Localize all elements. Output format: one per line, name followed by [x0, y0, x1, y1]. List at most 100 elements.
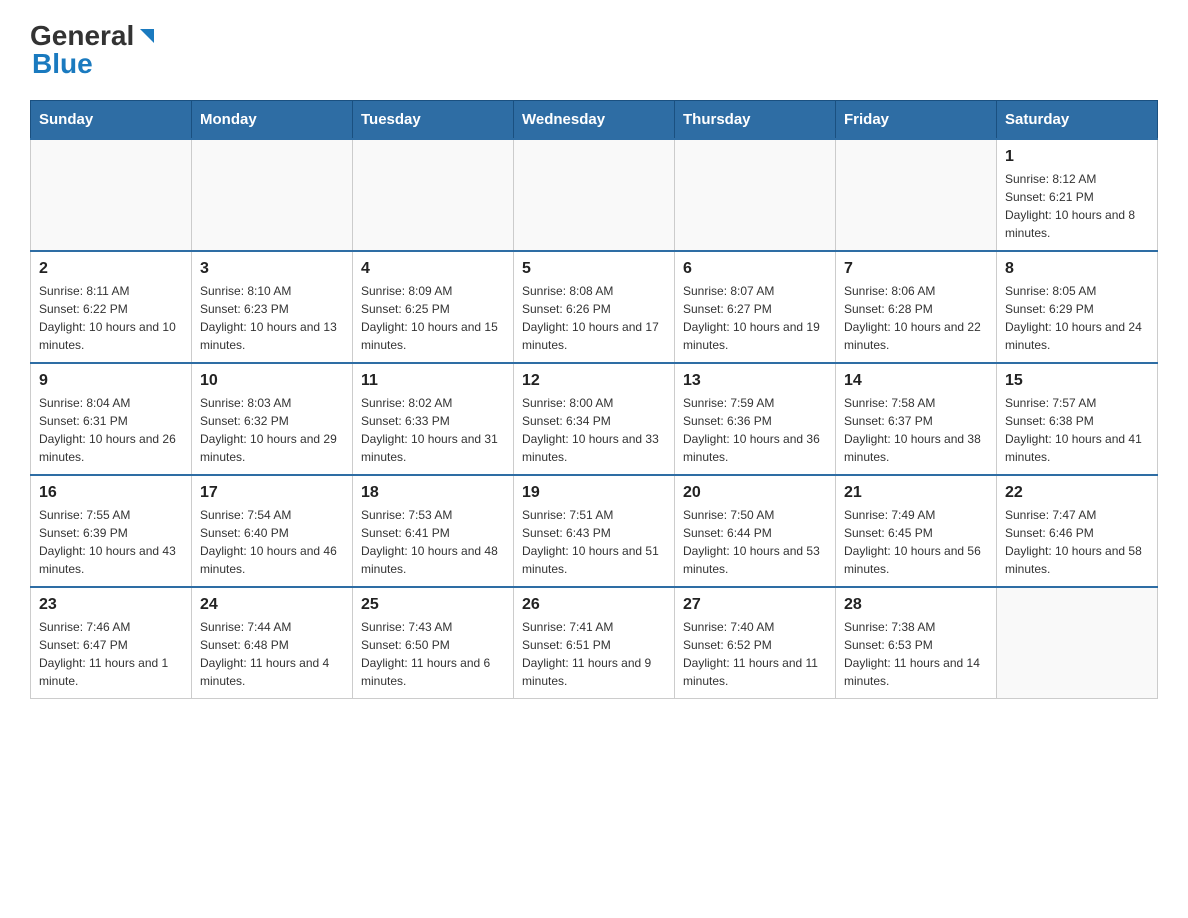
calendar-cell: [675, 139, 836, 251]
day-number: 4: [361, 260, 505, 278]
day-info: Sunrise: 7:46 AMSunset: 6:47 PMDaylight:…: [39, 618, 183, 690]
day-info: Sunrise: 7:50 AMSunset: 6:44 PMDaylight:…: [683, 506, 827, 578]
calendar-cell: 19Sunrise: 7:51 AMSunset: 6:43 PMDayligh…: [514, 475, 675, 587]
day-number: 2: [39, 260, 183, 278]
day-info: Sunrise: 7:43 AMSunset: 6:50 PMDaylight:…: [361, 618, 505, 690]
calendar-cell: 14 Sunrise: 7:58 AMSunset: 6:37 PMDayligh…: [836, 363, 997, 475]
calendar-cell: 26 Sunrise: 7:41 AMSunset: 6:51 PMDayligh…: [514, 587, 675, 699]
day-number: 23: [39, 596, 183, 614]
day-info: Sunrise: 8:04 AMSunset: 6:31 PMDaylight:…: [39, 394, 183, 466]
day-info: Sunrise: 7:57 AMSunset: 6:38 PMDaylight:…: [1005, 394, 1149, 466]
day-info: Sunrise: 8:09 AMSunset: 6:25 PMDaylight:…: [361, 282, 505, 354]
weekday-header-saturday: Saturday: [997, 101, 1158, 140]
calendar-cell: 11 Sunrise: 8:02 AMSunset: 6:33 PMDayligh…: [353, 363, 514, 475]
day-number: 12: [522, 372, 666, 390]
calendar-cell: 27 Sunrise: 7:40 AMSunset: 6:52 PMDayligh…: [675, 587, 836, 699]
day-info: Sunrise: 8:02 AMSunset: 6:33 PMDaylight:…: [361, 394, 505, 466]
day-number: 21: [844, 484, 988, 502]
calendar-cell: 2 Sunrise: 8:11 AMSunset: 6:22 PMDaylight…: [31, 251, 192, 363]
day-info: Sunrise: 8:07 AMSunset: 6:27 PMDaylight:…: [683, 282, 827, 354]
calendar-cell: 12 Sunrise: 8:00 AMSunset: 6:34 PMDayligh…: [514, 363, 675, 475]
day-number: 25: [361, 596, 505, 614]
calendar-cell: 13Sunrise: 7:59 AMSunset: 6:36 PMDayligh…: [675, 363, 836, 475]
day-info: Sunrise: 7:41 AMSunset: 6:51 PMDaylight:…: [522, 618, 666, 690]
day-number: 7: [844, 260, 988, 278]
weekday-header-wednesday: Wednesday: [514, 101, 675, 140]
day-number: 10: [200, 372, 344, 390]
week-row-1: 1 Sunrise: 8:12 AMSunset: 6:21 PMDaylight…: [31, 139, 1158, 251]
weekday-header-thursday: Thursday: [675, 101, 836, 140]
day-info: Sunrise: 8:11 AMSunset: 6:22 PMDaylight:…: [39, 282, 183, 354]
calendar-cell: 7 Sunrise: 8:06 AMSunset: 6:28 PMDaylight…: [836, 251, 997, 363]
week-row-4: 16 Sunrise: 7:55 AMSunset: 6:39 PMDayligh…: [31, 475, 1158, 587]
day-info: Sunrise: 7:54 AMSunset: 6:40 PMDaylight:…: [200, 506, 344, 578]
calendar-cell: 28Sunrise: 7:38 AMSunset: 6:53 PMDayligh…: [836, 587, 997, 699]
calendar-cell: [353, 139, 514, 251]
calendar-cell: 8Sunrise: 8:05 AMSunset: 6:29 PMDaylight…: [997, 251, 1158, 363]
calendar-cell: 10 Sunrise: 8:03 AMSunset: 6:32 PMDayligh…: [192, 363, 353, 475]
day-number: 18: [361, 484, 505, 502]
weekday-header-friday: Friday: [836, 101, 997, 140]
day-number: 1: [1005, 148, 1149, 166]
day-info: Sunrise: 8:10 AMSunset: 6:23 PMDaylight:…: [200, 282, 344, 354]
calendar-cell: 18 Sunrise: 7:53 AMSunset: 6:41 PMDayligh…: [353, 475, 514, 587]
day-number: 9: [39, 372, 183, 390]
calendar-cell: 5 Sunrise: 8:08 AMSunset: 6:26 PMDaylight…: [514, 251, 675, 363]
day-info: Sunrise: 8:00 AMSunset: 6:34 PMDaylight:…: [522, 394, 666, 466]
calendar-cell: 15 Sunrise: 7:57 AMSunset: 6:38 PMDayligh…: [997, 363, 1158, 475]
calendar-cell: 20 Sunrise: 7:50 AMSunset: 6:44 PMDayligh…: [675, 475, 836, 587]
calendar-cell: 21Sunrise: 7:49 AMSunset: 6:45 PMDayligh…: [836, 475, 997, 587]
week-row-5: 23 Sunrise: 7:46 AMSunset: 6:47 PMDayligh…: [31, 587, 1158, 699]
day-number: 3: [200, 260, 344, 278]
weekday-header-tuesday: Tuesday: [353, 101, 514, 140]
calendar-cell: 3 Sunrise: 8:10 AMSunset: 6:23 PMDaylight…: [192, 251, 353, 363]
calendar-cell: [192, 139, 353, 251]
day-number: 5: [522, 260, 666, 278]
day-number: 13: [683, 372, 827, 390]
calendar-cell: 22 Sunrise: 7:47 AMSunset: 6:46 PMDayligh…: [997, 475, 1158, 587]
calendar-cell: 16 Sunrise: 7:55 AMSunset: 6:39 PMDayligh…: [31, 475, 192, 587]
day-info: Sunrise: 7:55 AMSunset: 6:39 PMDaylight:…: [39, 506, 183, 578]
page-header: General Blue: [30, 20, 1158, 80]
day-number: 19: [522, 484, 666, 502]
day-info: Sunrise: 7:38 AMSunset: 6:53 PMDaylight:…: [844, 618, 988, 690]
logo-blue: Blue: [32, 48, 93, 80]
day-number: 22: [1005, 484, 1149, 502]
day-number: 14: [844, 372, 988, 390]
day-info: Sunrise: 7:58 AMSunset: 6:37 PMDaylight:…: [844, 394, 988, 466]
calendar-table: SundayMondayTuesdayWednesdayThursdayFrid…: [30, 100, 1158, 699]
day-info: Sunrise: 7:40 AMSunset: 6:52 PMDaylight:…: [683, 618, 827, 690]
calendar-cell: 24 Sunrise: 7:44 AMSunset: 6:48 PMDayligh…: [192, 587, 353, 699]
day-number: 27: [683, 596, 827, 614]
day-number: 16: [39, 484, 183, 502]
calendar-cell: 25 Sunrise: 7:43 AMSunset: 6:50 PMDayligh…: [353, 587, 514, 699]
day-number: 8: [1005, 260, 1149, 278]
day-info: Sunrise: 8:12 AMSunset: 6:21 PMDaylight:…: [1005, 170, 1149, 242]
calendar-header-row: SundayMondayTuesdayWednesdayThursdayFrid…: [31, 101, 1158, 140]
day-number: 26: [522, 596, 666, 614]
week-row-3: 9 Sunrise: 8:04 AMSunset: 6:31 PMDaylight…: [31, 363, 1158, 475]
calendar-cell: 4 Sunrise: 8:09 AMSunset: 6:25 PMDaylight…: [353, 251, 514, 363]
calendar-cell: 6 Sunrise: 8:07 AMSunset: 6:27 PMDaylight…: [675, 251, 836, 363]
weekday-header-monday: Monday: [192, 101, 353, 140]
day-info: Sunrise: 7:47 AMSunset: 6:46 PMDaylight:…: [1005, 506, 1149, 578]
day-info: Sunrise: 7:44 AMSunset: 6:48 PMDaylight:…: [200, 618, 344, 690]
calendar-cell: 23 Sunrise: 7:46 AMSunset: 6:47 PMDayligh…: [31, 587, 192, 699]
day-number: 15: [1005, 372, 1149, 390]
calendar-cell: 9 Sunrise: 8:04 AMSunset: 6:31 PMDaylight…: [31, 363, 192, 475]
day-number: 24: [200, 596, 344, 614]
day-number: 20: [683, 484, 827, 502]
calendar-cell: [514, 139, 675, 251]
day-info: Sunrise: 8:08 AMSunset: 6:26 PMDaylight:…: [522, 282, 666, 354]
day-info: Sunrise: 7:53 AMSunset: 6:41 PMDaylight:…: [361, 506, 505, 578]
day-info: Sunrise: 8:03 AMSunset: 6:32 PMDaylight:…: [200, 394, 344, 466]
weekday-header-sunday: Sunday: [31, 101, 192, 140]
calendar-cell: [997, 587, 1158, 699]
week-row-2: 2 Sunrise: 8:11 AMSunset: 6:22 PMDaylight…: [31, 251, 1158, 363]
calendar-cell: 17 Sunrise: 7:54 AMSunset: 6:40 PMDayligh…: [192, 475, 353, 587]
day-number: 6: [683, 260, 827, 278]
day-info: Sunrise: 8:06 AMSunset: 6:28 PMDaylight:…: [844, 282, 988, 354]
day-number: 17: [200, 484, 344, 502]
day-number: 11: [361, 372, 505, 390]
logo-triangle-icon: [136, 25, 158, 47]
